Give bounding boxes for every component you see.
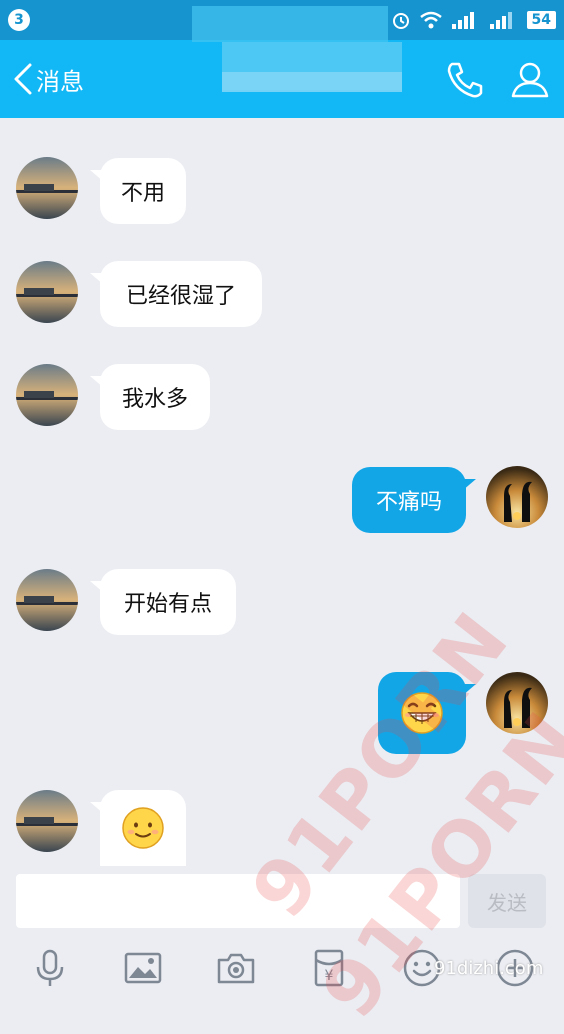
battery-indicator: 54 — [526, 11, 556, 29]
send-button[interactable]: 发送 — [468, 874, 546, 928]
signal-icon-2 — [489, 12, 512, 29]
voice-button[interactable] — [30, 948, 70, 988]
contact-avatar[interactable] — [16, 261, 78, 323]
status-icons: 54 — [391, 8, 556, 32]
message-bubble-incoming[interactable]: 已经很湿了 — [90, 261, 262, 327]
input-toolbar: ¥ — [0, 932, 564, 1000]
plus-icon — [496, 949, 534, 987]
back-button[interactable]: 消息 — [12, 60, 84, 98]
contact-avatar[interactable] — [16, 364, 78, 426]
person-icon — [511, 62, 549, 98]
message-text: 不痛吗 — [375, 490, 442, 515]
message-bubble-incoming[interactable]: 我水多 — [90, 364, 210, 430]
message-bubble-incoming[interactable]: 不用 — [90, 158, 186, 224]
camera-button[interactable] — [216, 948, 256, 988]
message-text: 已经很湿了 — [125, 284, 236, 309]
redaction-block — [222, 72, 402, 92]
smile-emoji-icon — [122, 807, 164, 849]
message-bubble-incoming[interactable] — [90, 790, 186, 866]
message-text: 开始有点 — [123, 592, 212, 617]
camera-icon — [217, 953, 255, 984]
alarm-icon — [392, 13, 409, 29]
notification-badge: 3 — [8, 9, 30, 31]
red-packet-icon: ¥ — [314, 949, 344, 987]
yuan-symbol: ¥ — [325, 968, 334, 984]
photo-button[interactable] — [123, 948, 163, 988]
redaction-block — [192, 6, 388, 42]
contact-avatar[interactable] — [16, 569, 78, 631]
back-label: 消息 — [36, 67, 84, 96]
profile-button[interactable] — [508, 60, 552, 100]
signal-icon — [451, 12, 474, 29]
message-text: 我水多 — [121, 387, 188, 412]
message-bubble-incoming[interactable]: 开始有点 — [90, 569, 236, 635]
phone-icon — [447, 62, 483, 98]
message-bubble-outgoing[interactable] — [378, 672, 476, 754]
input-bar: 发送 — [0, 866, 564, 932]
mic-icon — [36, 949, 64, 986]
contact-avatar[interactable] — [16, 157, 78, 219]
message-bubble-outgoing[interactable]: 不痛吗 — [352, 467, 476, 533]
wifi-icon — [419, 11, 442, 29]
my-avatar[interactable] — [486, 466, 548, 528]
image-icon — [124, 952, 162, 984]
grin-emoji-icon — [401, 692, 443, 734]
more-button[interactable] — [495, 948, 535, 988]
call-button[interactable] — [444, 60, 488, 100]
my-avatar[interactable] — [486, 672, 548, 734]
emoji-icon — [403, 949, 441, 987]
red-packet-button[interactable]: ¥ — [309, 948, 349, 988]
message-input[interactable] — [16, 874, 460, 928]
emoji-button[interactable] — [402, 948, 442, 988]
chevron-left-icon — [14, 63, 32, 95]
message-text: 不用 — [120, 181, 165, 206]
contact-avatar[interactable] — [16, 790, 78, 852]
